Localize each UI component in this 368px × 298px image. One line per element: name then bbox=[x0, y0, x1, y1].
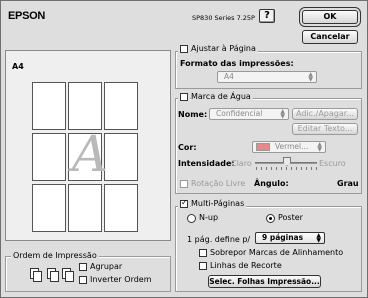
watermark-name-value: Confidencial bbox=[216, 109, 263, 118]
page-defines-label: 1 pág. define p/ bbox=[187, 235, 251, 244]
watermark-color-label: Cor: bbox=[178, 143, 197, 152]
watermark-name-label: Nome: bbox=[178, 110, 208, 119]
poster-page-4 bbox=[32, 133, 66, 181]
poster-radio[interactable] bbox=[266, 214, 275, 223]
color-swatch bbox=[256, 143, 270, 151]
watermark-color-value: Vermel... bbox=[275, 142, 309, 151]
watermark-checkbox[interactable] bbox=[180, 93, 188, 101]
layout-preview: A4 A bbox=[5, 50, 171, 241]
page-count-select[interactable]: 9 páginas ▲ ▼ bbox=[255, 232, 325, 244]
cut-lines-checkbox[interactable] bbox=[199, 262, 207, 270]
angle-label: Ângulo: bbox=[254, 179, 289, 188]
poster-label: Poster bbox=[278, 213, 303, 222]
poster-page-1 bbox=[32, 82, 66, 130]
paper-size-label: A4 bbox=[12, 62, 24, 71]
collate-label: Agrupar bbox=[90, 262, 123, 271]
cut-lines-label: Linhas de Recorte bbox=[210, 261, 282, 270]
order-icon-pages bbox=[33, 271, 42, 282]
intensity-slider-ticks bbox=[256, 167, 317, 170]
epson-logo: EPSON bbox=[8, 10, 46, 22]
intensity-label: Intensidade: bbox=[178, 159, 235, 168]
ok-button[interactable]: OK bbox=[302, 10, 358, 24]
watermark-name-select[interactable]: Confidencial ▲ ▼ bbox=[209, 108, 289, 120]
free-rotation-checkbox[interactable] bbox=[180, 180, 188, 188]
nup-radio[interactable] bbox=[187, 214, 196, 223]
reverse-order-label: Inverter Ordem bbox=[90, 275, 152, 284]
updown-arrows-icon: ▲ ▼ bbox=[280, 108, 285, 120]
page-count-value: 9 páginas bbox=[262, 233, 304, 242]
order-icon-pages bbox=[50, 271, 59, 282]
edit-text-button[interactable]: Editar Texto... bbox=[292, 123, 358, 135]
poster-page-6 bbox=[104, 133, 138, 181]
overlay-marks-label: Sobrepor Marcas de Alinhamento bbox=[210, 248, 344, 257]
updown-arrows-icon: ▲ ▼ bbox=[316, 232, 321, 244]
free-rotation-label: Rotação Livre bbox=[191, 179, 246, 188]
poster-page-7 bbox=[32, 184, 66, 232]
format-label: Formato das impressões: bbox=[180, 59, 294, 68]
format-select-value: A4 bbox=[224, 72, 234, 81]
poster-page-3 bbox=[104, 82, 138, 130]
collate-checkbox[interactable] bbox=[79, 263, 87, 271]
updown-arrows-icon: ▲ ▼ bbox=[308, 71, 313, 83]
help-button[interactable]: ? bbox=[259, 9, 275, 23]
fit-to-page-panel bbox=[175, 51, 362, 89]
updown-arrows-icon: ▲ ▼ bbox=[317, 141, 322, 153]
multi-page-title: Multi-Páginas bbox=[191, 199, 247, 208]
add-remove-watermark-button[interactable]: Adic./Apagar... bbox=[292, 108, 358, 120]
order-icon-pages bbox=[65, 271, 74, 282]
printer-model-label: SP830 Series 7.25P bbox=[192, 14, 255, 22]
poster-page-8 bbox=[68, 184, 102, 232]
poster-page-9 bbox=[104, 184, 138, 232]
format-select[interactable]: A4 ▲ ▼ bbox=[217, 71, 317, 83]
print-order-title: Ordem de Impressão bbox=[11, 251, 99, 260]
watermark-preview-letter: A bbox=[72, 125, 109, 183]
cancel-button[interactable]: Cancelar bbox=[302, 30, 358, 44]
overlay-marks-checkbox[interactable] bbox=[199, 249, 207, 257]
intensity-dark-label: Escuro bbox=[319, 159, 346, 168]
nup-label: N-up bbox=[199, 213, 219, 222]
fit-to-page-title: Ajustar à Página bbox=[191, 44, 258, 53]
intensity-light-label: Claro bbox=[231, 159, 252, 168]
angle-unit-label: Grau bbox=[337, 179, 359, 188]
fit-to-page-checkbox[interactable] bbox=[180, 45, 188, 53]
poster-page-2 bbox=[68, 82, 102, 130]
select-print-sheets-button[interactable]: Selec. Folhas Impressão... bbox=[208, 275, 321, 288]
reverse-order-checkbox[interactable] bbox=[79, 276, 87, 284]
watermark-title: Marca de Água bbox=[191, 92, 253, 101]
multi-page-checkbox[interactable] bbox=[180, 198, 188, 208]
